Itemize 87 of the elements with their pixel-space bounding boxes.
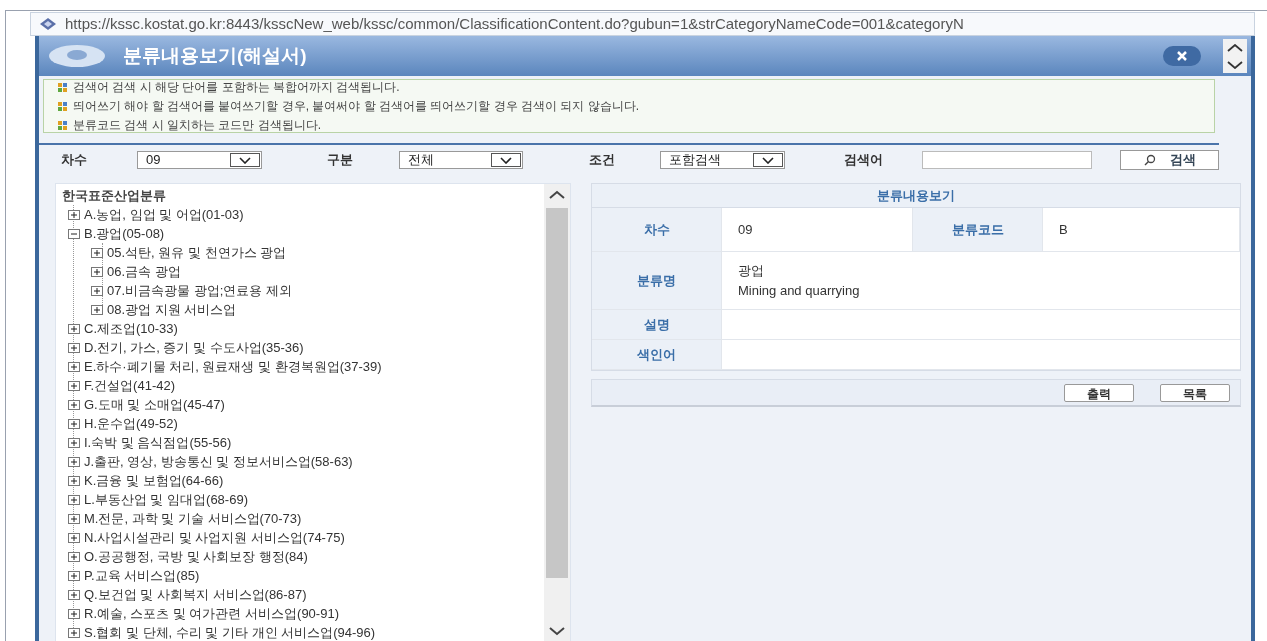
row-header: 분류명 <box>592 252 722 309</box>
tree-item[interactable]: J.출판, 영상, 방송통신 및 정보서비스업(58-63) <box>84 451 353 472</box>
bullet-icon <box>58 101 67 111</box>
scrollbar[interactable] <box>544 184 570 641</box>
chevron-down-icon <box>238 156 251 164</box>
tree-toggle-icon[interactable] <box>68 627 80 638</box>
tree-toggle-icon[interactable] <box>68 380 80 391</box>
field-label: 구분 <box>326 151 355 170</box>
table-title: 분류내용보기 <box>592 184 1240 208</box>
tree-toggle-icon[interactable] <box>68 570 80 581</box>
close-button[interactable] <box>1163 46 1201 66</box>
tree-item[interactable]: H.운수업(49-52) <box>84 413 178 434</box>
field-label: 차수 <box>61 151 87 170</box>
chevron-down-icon <box>761 156 774 164</box>
notice-text: 검색어 검색 시 해당 단어를 포함하는 복합어까지 검색됩니다. <box>73 79 400 96</box>
table-cell: B <box>1043 208 1240 251</box>
tree-root[interactable]: 한국표준산업분류 <box>62 186 544 205</box>
dropdown[interactable]: 09 <box>137 151 262 169</box>
tree-item[interactable]: 08.광업 지원 서비스업 <box>107 299 237 320</box>
tree-item[interactable]: Q.보건업 및 사회복지 서비스업(86-87) <box>84 584 307 605</box>
tree-item[interactable]: G.도매 및 소매업(45-47) <box>84 394 225 415</box>
page-scroll-buttons[interactable] <box>1223 39 1247 73</box>
site-icon <box>39 17 57 31</box>
action-button[interactable]: 목록 <box>1160 383 1230 402</box>
tree-toggle-icon[interactable] <box>68 209 80 220</box>
tree-toggle-icon[interactable] <box>68 475 80 486</box>
row-header: 차수 <box>592 208 722 251</box>
row-header: 분류코드 <box>913 208 1043 251</box>
tree-item[interactable]: 05.석탄, 원유 및 천연가스 광업 <box>107 242 287 263</box>
tree-item[interactable]: P.교육 서비스업(85) <box>84 565 200 586</box>
bullet-icon <box>58 120 67 130</box>
action-button[interactable]: 출력 <box>1064 383 1134 402</box>
chevron-down-icon <box>500 156 513 164</box>
notice-text: 분류코드 검색 시 일치하는 코드만 검색됩니다. <box>73 117 321 134</box>
tree-toggle-icon[interactable] <box>68 323 80 334</box>
search-icon <box>1143 154 1156 166</box>
search-button[interactable]: 검색 <box>1119 150 1220 170</box>
close-icon <box>1177 51 1187 61</box>
tree-toggle-icon[interactable] <box>68 456 80 467</box>
address-bar[interactable]: https://kssc.kostat.go.kr:8443/ksscNew_web/kssc/common/ClassificationContent.do?gubun=1&strCategoryNameCode=001&categoryN <box>30 12 1255 36</box>
tree-item[interactable]: 06.금속 광업 <box>107 261 181 282</box>
tree-item[interactable]: R.예술, 스포츠 및 여가관련 서비스업(90-91) <box>84 603 339 624</box>
tree-toggle-icon[interactable] <box>68 437 80 448</box>
tree-item[interactable]: K.금융 및 보험업(64-66) <box>84 470 224 491</box>
tree-toggle-icon[interactable] <box>68 342 80 353</box>
tree-item[interactable]: S.협회 및 단체, 수리 및 기타 개인 서비스업(94-96) <box>84 622 376 641</box>
tree-item[interactable]: M.전문, 과학 및 기술 서비스업(70-73) <box>84 508 302 529</box>
tree-item[interactable]: C.제조업(10-33) <box>84 318 178 339</box>
bullet-icon <box>58 82 67 92</box>
tree-item[interactable]: E.하수·폐기물 처리, 원료재생 및 환경복원업(37-39) <box>84 356 382 377</box>
search-field[interactable] <box>921 151 1092 169</box>
tree-item[interactable]: L.부동산업 및 임대업(68-69) <box>84 489 248 510</box>
tree-item[interactable]: F.건설업(41-42) <box>84 375 176 396</box>
tree-item[interactable]: N.사업시설관리 및 사업지원 서비스업(74-75) <box>84 527 345 548</box>
tree-toggle-icon[interactable] <box>68 513 80 524</box>
table-cell-text: 광업 Mining and quarrying <box>737 262 861 300</box>
tree-item[interactable]: D.전기, 가스, 증기 및 수도사업(35-36) <box>84 337 304 358</box>
tree-toggle-icon[interactable] <box>68 551 80 562</box>
url-text: https://kssc.kostat.go.kr:8443/ksscNew_web/kssc/common/ClassificationContent.do?gubun=1&strCategoryNameCode=001&categoryN <box>65 13 964 34</box>
tree-item[interactable]: 07.비금속광물 광업;연료용 제외 <box>107 280 292 301</box>
row-header: 색인어 <box>592 340 722 369</box>
field-label: 검색어 <box>842 151 884 170</box>
tree-toggle-icon[interactable] <box>91 266 103 277</box>
dropdown[interactable]: 포함검색 <box>660 151 785 169</box>
tree-item[interactable]: A.농업, 임업 및 어업(01-03) <box>84 204 244 225</box>
tree-item[interactable]: O.공공행정, 국방 및 사회보장 행정(84) <box>84 546 308 567</box>
tree-toggle-icon[interactable] <box>68 608 80 619</box>
tree-toggle-icon[interactable] <box>68 361 80 372</box>
dropdown[interactable]: 전체 <box>398 151 524 169</box>
tree-toggle-icon[interactable] <box>91 304 103 315</box>
tree-toggle-icon[interactable] <box>68 228 80 239</box>
tree-toggle-icon[interactable] <box>68 532 80 543</box>
tree-toggle-icon[interactable] <box>68 399 80 410</box>
tree-item[interactable]: B.광업(05-08) <box>84 223 165 244</box>
tree-item[interactable]: I.숙박 및 음식점업(55-56) <box>84 432 232 453</box>
tree-toggle-icon[interactable] <box>68 494 80 505</box>
scroll-down-icon[interactable] <box>549 626 565 636</box>
row-header: 설명 <box>592 310 722 339</box>
tree-toggle-icon[interactable] <box>68 418 80 429</box>
tree-toggle-icon[interactable] <box>91 285 103 296</box>
field-label: 조건 <box>587 151 616 170</box>
scroll-up-icon[interactable] <box>549 190 565 200</box>
tree-toggle-icon[interactable] <box>91 247 103 258</box>
notice-text: 띄어쓰기 해야 할 검색어를 붙여쓰기할 경우, 붙여써야 할 검색어를 띄어쓰기할 경우 검색이 되지 않습니다. <box>73 98 639 115</box>
dialog-title: 분류내용보기(해설서) <box>123 43 307 68</box>
tree-toggle-icon[interactable] <box>68 589 80 600</box>
disc-icon <box>47 43 107 69</box>
